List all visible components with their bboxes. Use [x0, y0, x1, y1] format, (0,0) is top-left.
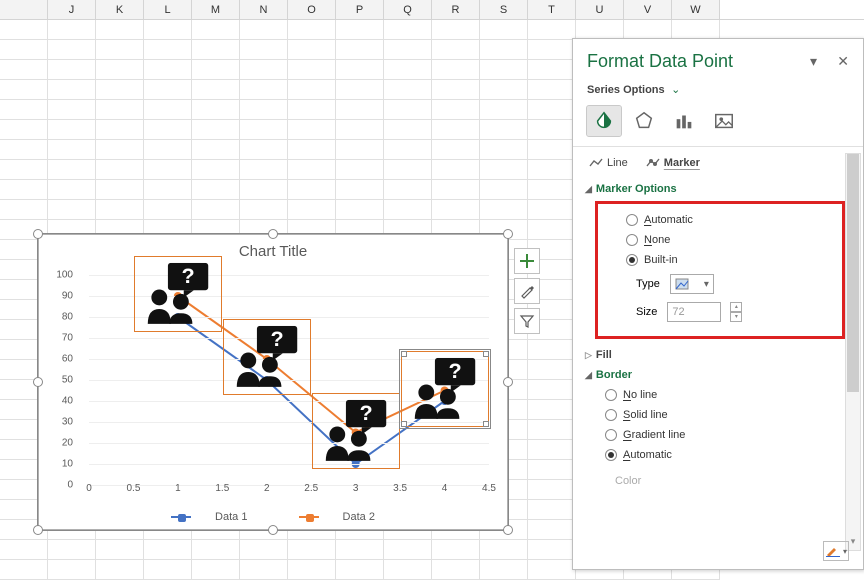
col-h[interactable]: R: [432, 0, 480, 19]
resize-handle[interactable]: [33, 525, 43, 535]
size-category-icon[interactable]: [667, 106, 701, 136]
fill-line-category-icon[interactable]: [587, 106, 621, 136]
radio-border-auto[interactable]: Automatic: [585, 445, 863, 465]
radio-gradient-line[interactable]: Gradient line: [585, 425, 863, 445]
resize-handle[interactable]: [268, 229, 278, 239]
color-label: Color: [585, 465, 863, 487]
col-h[interactable]: W: [672, 0, 720, 19]
pane-dropdown-icon[interactable]: ▾: [810, 53, 817, 70]
marker-options-section[interactable]: ◢Marker Options: [585, 179, 863, 199]
col-h[interactable]: P: [336, 0, 384, 19]
format-data-point-pane: Format Data Point ▾ ✕ Series Options ⌄ L…: [572, 38, 864, 570]
pane-close-button[interactable]: ✕: [837, 53, 849, 70]
col-h[interactable]: V: [624, 0, 672, 19]
radio-no-line[interactable]: No line: [585, 385, 863, 405]
marker-size-row: Size ▴▾: [606, 298, 834, 326]
resize-handle[interactable]: [503, 377, 513, 387]
chart-filters-button[interactable]: [514, 308, 540, 334]
marker-type-row: Type ▾: [606, 270, 834, 298]
chart-legend[interactable]: Data 1 Data 2: [39, 511, 507, 523]
legend-item: Data 1: [215, 511, 247, 523]
category-icons: [573, 98, 863, 147]
marker-size-input[interactable]: [667, 302, 721, 322]
chart-styles-button[interactable]: [514, 278, 540, 304]
chart-elements-button[interactable]: [514, 248, 540, 274]
border-section[interactable]: ◢Border: [585, 365, 863, 385]
radio-automatic[interactable]: Automatic: [606, 210, 834, 230]
series-options-label[interactable]: Series Options: [587, 84, 665, 96]
size-label: Size: [636, 306, 657, 318]
plot-area[interactable]: ? ? ? ?: [89, 275, 489, 485]
col-h[interactable]: U: [576, 0, 624, 19]
col-h[interactable]: K: [96, 0, 144, 19]
chart-side-buttons: [514, 248, 542, 338]
resize-handle[interactable]: [503, 525, 513, 535]
col-h[interactable]: Q: [384, 0, 432, 19]
embedded-chart[interactable]: Chart Title 0102030405060708090100 ? ? ?…: [38, 234, 508, 530]
radio-none[interactable]: None: [606, 230, 834, 250]
col-h[interactable]: J: [48, 0, 96, 19]
edit-color-button[interactable]: ▾: [823, 541, 849, 561]
col-h[interactable]: O: [288, 0, 336, 19]
radio-solid-line[interactable]: Solid line: [585, 405, 863, 425]
fill-section[interactable]: ▷Fill: [585, 345, 863, 365]
resize-handle[interactable]: [503, 229, 513, 239]
picture-category-icon[interactable]: [707, 106, 741, 136]
resize-handle[interactable]: [268, 525, 278, 535]
chevron-down-icon[interactable]: ⌄: [671, 84, 680, 96]
resize-handle[interactable]: [33, 229, 43, 239]
col-h[interactable]: T: [528, 0, 576, 19]
type-label: Type: [636, 278, 660, 290]
effects-category-icon[interactable]: [627, 106, 661, 136]
x-axis[interactable]: 00.511.522.533.544.5: [89, 483, 489, 499]
col-h[interactable]: S: [480, 0, 528, 19]
legend-item: Data 2: [343, 511, 375, 523]
column-headers: J K L M N O P Q R S T U V W: [0, 0, 864, 20]
marker-type-dropdown[interactable]: ▾: [670, 274, 714, 294]
marker-tab[interactable]: Marker: [646, 157, 700, 169]
col-h[interactable]: N: [240, 0, 288, 19]
size-spinner[interactable]: ▴▾: [730, 302, 742, 322]
col-h[interactable]: M: [192, 0, 240, 19]
line-tab[interactable]: Line: [589, 157, 628, 169]
scrollbar-thumb[interactable]: [847, 154, 859, 392]
col-h[interactable]: L: [144, 0, 192, 19]
col-h[interactable]: [0, 0, 48, 19]
pane-scrollbar[interactable]: ▴ ▾: [845, 153, 861, 551]
radio-builtin[interactable]: Built-in: [606, 250, 834, 270]
y-axis[interactable]: 0102030405060708090100: [39, 275, 79, 485]
builtin-highlight-box: Automatic None Built-in Type ▾ Size ▴▾: [595, 201, 845, 339]
